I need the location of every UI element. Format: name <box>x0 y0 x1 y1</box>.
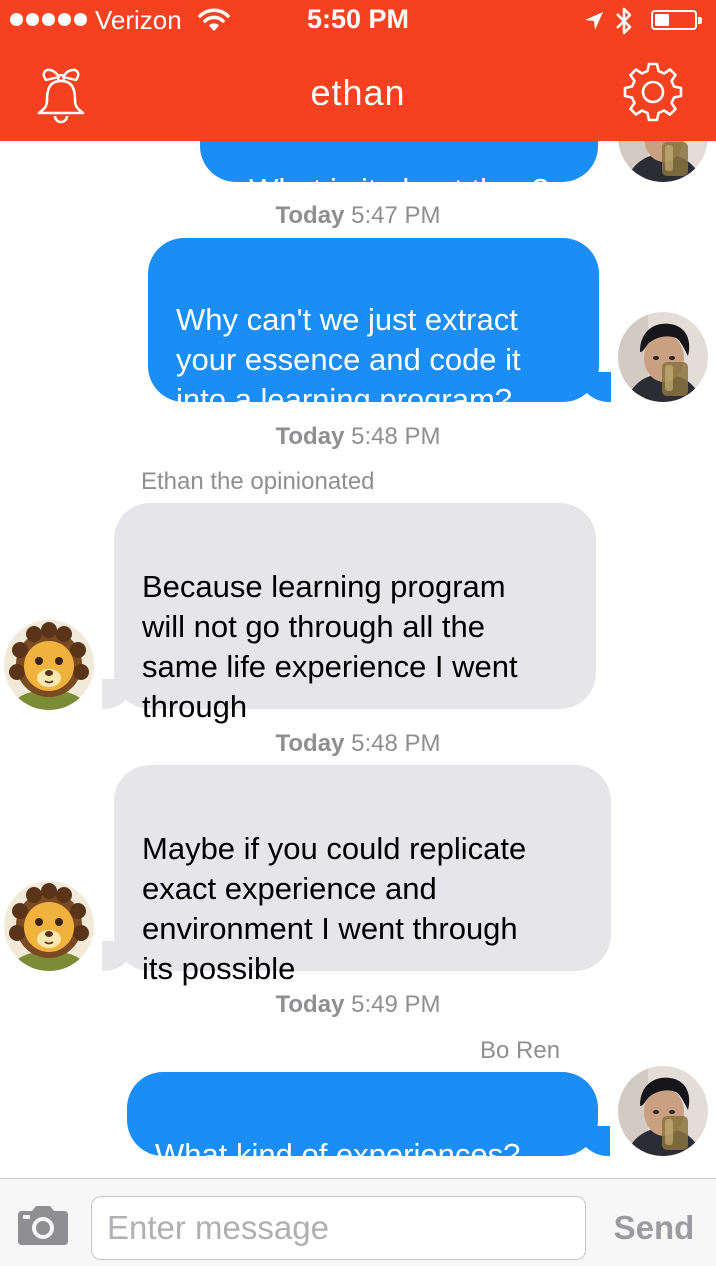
incoming-message-bubble[interactable]: Maybe if you could replicate exact exper… <box>102 765 611 986</box>
timestamp: Today 5:48 PM <box>0 423 716 451</box>
timestamp-day: Today <box>275 730 345 757</box>
location-arrow-icon <box>585 12 603 30</box>
timestamp-time: 5:49 PM <box>351 991 441 1018</box>
message-input[interactable] <box>91 1196 586 1260</box>
timestamp-day: Today <box>275 423 345 450</box>
sender-name: Bo Ren <box>480 1037 561 1064</box>
message-text: Maybe if you could replicate exact exper… <box>142 831 527 986</box>
navigation-header: Verizon 5:50 PM ethan <box>0 0 716 141</box>
conversation[interactable]: What is it about then? Today 5:47 PM Why… <box>0 0 716 1178</box>
outgoing-message-bubble[interactable]: Why can't we just extract your essence a… <box>148 238 611 417</box>
outgoing-message-bubble[interactable]: What kind of experiences? <box>127 1072 610 1172</box>
conversation-title: ethan <box>310 72 406 113</box>
bluetooth-icon <box>616 7 632 35</box>
timestamp-time: 5:48 PM <box>351 423 441 450</box>
status-bar: Verizon 5:50 PM <box>0 0 716 40</box>
status-time: 5:50 PM <box>306 4 410 34</box>
message-text: Why can't we just extract your essence a… <box>176 302 521 417</box>
timestamp: Today 5:48 PM <box>0 730 716 758</box>
contact-avatar[interactable] <box>4 620 94 710</box>
sender-name: Ethan the opinionated <box>141 468 375 495</box>
send-button[interactable]: Send <box>600 1199 708 1257</box>
timestamp-day: Today <box>275 202 345 229</box>
timestamp-time: 5:47 PM <box>351 202 441 229</box>
incoming-message-bubble[interactable]: Because learning program will not go thr… <box>102 503 596 724</box>
timestamp: Today 5:47 PM <box>0 202 716 230</box>
contact-avatar[interactable] <box>4 881 94 971</box>
timestamp-day: Today <box>275 991 345 1018</box>
camera-icon[interactable] <box>14 1203 72 1247</box>
battery-icon <box>651 10 702 30</box>
user-avatar[interactable] <box>618 1066 708 1156</box>
timestamp: Today 5:49 PM <box>0 991 716 1019</box>
message-text: What kind of experiences? <box>155 1137 521 1172</box>
message-text: What is it about then? <box>249 172 549 182</box>
timestamp-time: 5:48 PM <box>351 730 441 757</box>
message-text: Because learning program will not go thr… <box>142 569 518 724</box>
user-avatar[interactable] <box>618 312 708 402</box>
message-composer: Send <box>0 1178 716 1266</box>
gear-icon[interactable] <box>622 60 684 122</box>
